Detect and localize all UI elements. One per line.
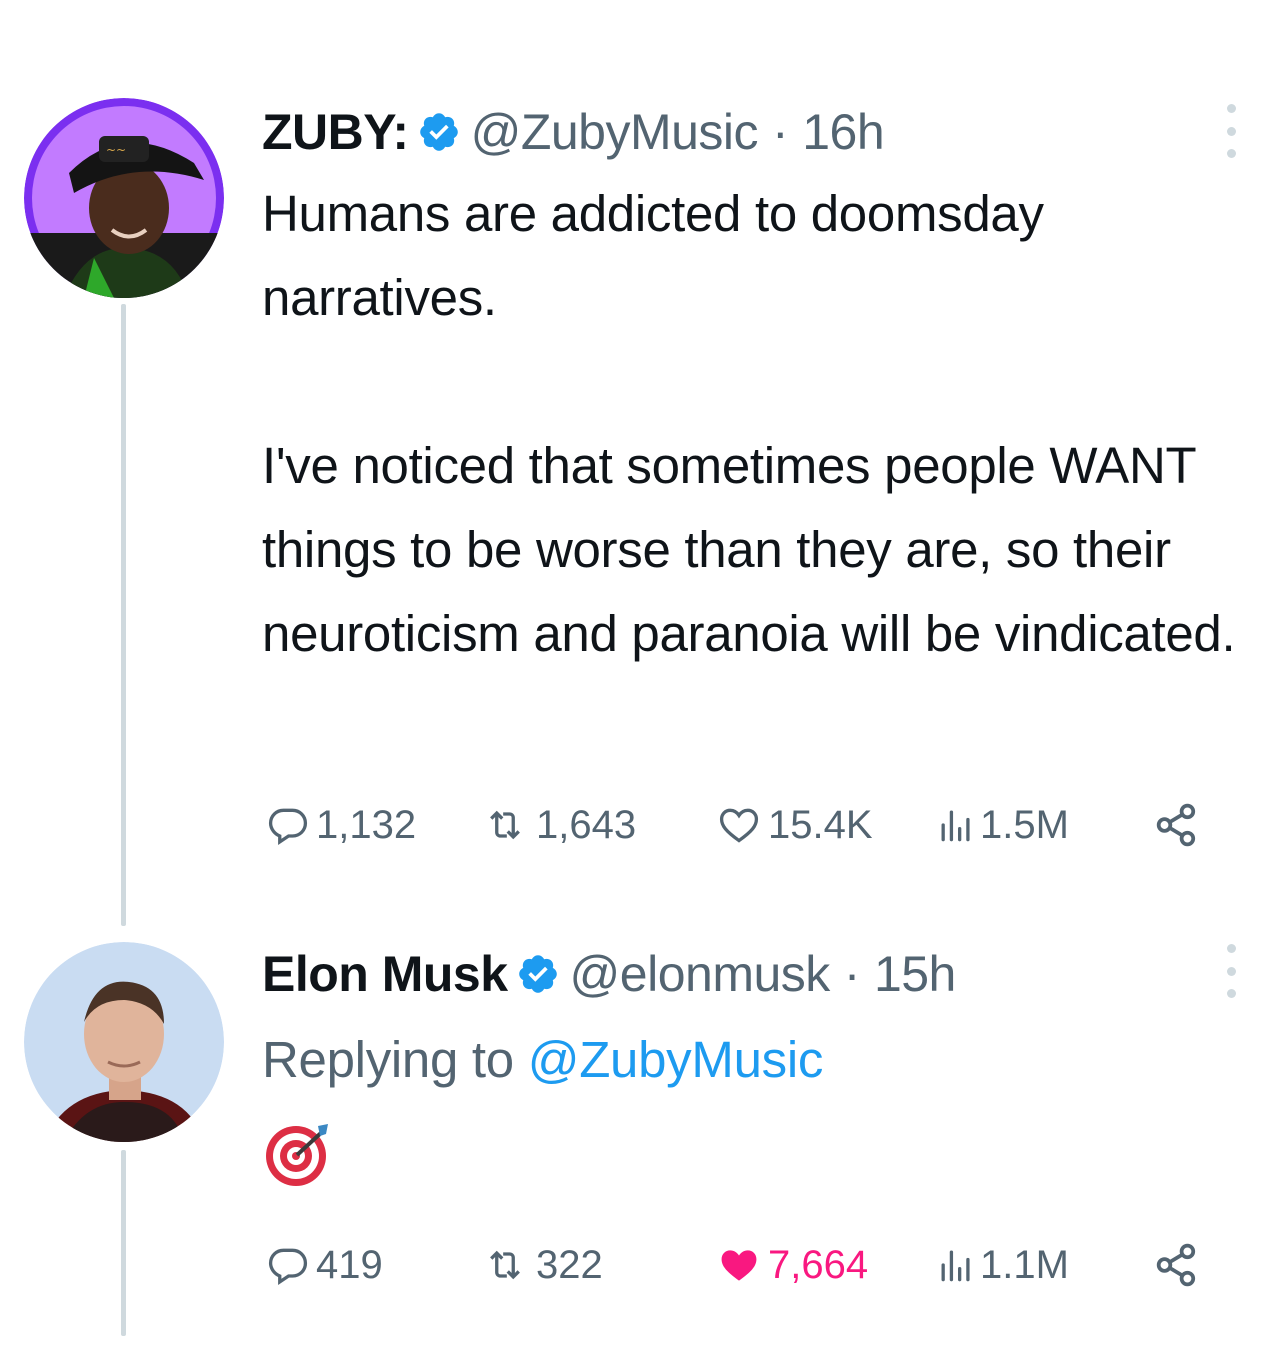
like-button[interactable]: 15.4K [716, 798, 873, 852]
like-icon [721, 1250, 757, 1281]
retweet-button[interactable]: 1,643 [480, 798, 636, 852]
direct-hit-emoji [264, 1120, 336, 1188]
like-button[interactable]: 7,664 [716, 1238, 868, 1292]
thread-line-bottom [121, 1150, 126, 1336]
reply-button[interactable]: 1,132 [266, 798, 416, 852]
tweet-paragraph: I've noticed that sometimes people WANT … [262, 437, 1236, 662]
avatar-zuby[interactable]: ~~ [24, 98, 224, 298]
display-name[interactable]: ZUBY: [262, 103, 409, 161]
thread-line-top [121, 304, 126, 926]
replying-to-mention[interactable]: @ZubyMusic [528, 1031, 824, 1088]
retweet-button[interactable]: 322 [480, 1238, 603, 1292]
like-icon [719, 808, 759, 843]
tweet-header: Elon Musk @elonmusk · 15h [262, 942, 956, 1006]
handle[interactable]: @ZubyMusic [471, 103, 759, 161]
verified-badge-icon [518, 955, 557, 993]
views-icon [941, 810, 970, 842]
retweet-icon [490, 810, 520, 840]
reply-button[interactable]: 419 [266, 1238, 383, 1292]
verified-badge-icon [419, 113, 458, 151]
views-count: 1.5M [980, 802, 1069, 847]
tweet-paragraph: Humans are addicted to doomsday narrativ… [262, 185, 1044, 326]
like-count: 15.4K [768, 802, 873, 847]
separator-dot: · [843, 946, 861, 1002]
views-icon [941, 1250, 970, 1282]
replying-to-label: Replying to [262, 1031, 514, 1088]
retweet-icon [490, 1250, 520, 1280]
reply-icon [268, 1248, 308, 1285]
reply-context: Replying to @ZubyMusic [262, 1018, 1262, 1102]
separator-dot: · [772, 104, 789, 160]
views-count: 1.1M [980, 1242, 1069, 1287]
timestamp[interactable]: 16h [802, 103, 884, 161]
retweet-count: 1,643 [536, 802, 637, 847]
timestamp[interactable]: 15h [874, 945, 956, 1003]
display-name[interactable]: Elon Musk [262, 945, 508, 1003]
share-button[interactable] [1152, 1238, 1202, 1292]
reply-count: 419 [316, 1242, 383, 1287]
more-icon[interactable] [1224, 944, 1238, 998]
handle[interactable]: @elonmusk [570, 945, 831, 1003]
reply-icon [268, 808, 308, 845]
avatar-elon-image [24, 942, 224, 1142]
views-button[interactable]: 1.5M [938, 798, 1069, 852]
views-button[interactable]: 1.1M [938, 1238, 1069, 1292]
tweet-header: ZUBY: @ZubyMusic · 16h [262, 100, 885, 164]
svg-text:~~: ~~ [106, 143, 126, 157]
tweet-text: Humans are addicted to doomsday narrativ… [262, 172, 1262, 676]
more-icon[interactable] [1224, 104, 1238, 158]
share-button[interactable] [1152, 798, 1202, 852]
avatar-elon[interactable] [24, 942, 224, 1142]
share-icon [1156, 803, 1196, 847]
like-count: 7,664 [768, 1242, 869, 1287]
retweet-count: 322 [536, 1242, 603, 1287]
reply-count: 1,132 [316, 802, 417, 847]
share-icon [1156, 1243, 1196, 1287]
avatar-zuby-image: ~~ [24, 98, 224, 298]
